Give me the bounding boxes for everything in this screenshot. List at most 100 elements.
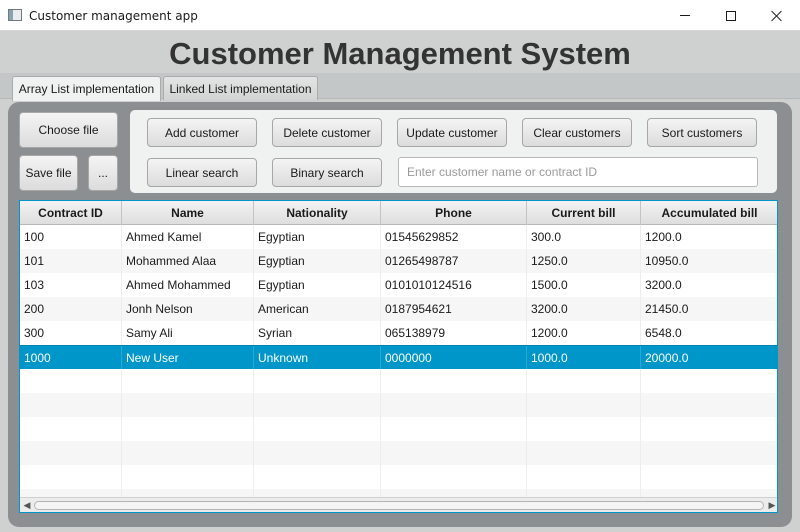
- browse-more-button[interactable]: ...: [88, 155, 118, 191]
- table-cell: [641, 393, 777, 417]
- empty-table-row[interactable]: [20, 417, 777, 441]
- table-cell: 300: [20, 321, 122, 345]
- table-cell: Jonh Nelson: [122, 297, 254, 321]
- table-cell: American: [254, 297, 381, 321]
- table-cell: [381, 417, 527, 441]
- table-cell: 0101010124516: [381, 273, 527, 297]
- column-header-phone[interactable]: Phone: [381, 201, 527, 225]
- table-cell: Unknown: [254, 346, 381, 370]
- table-cell: [20, 393, 122, 417]
- table-cell: [20, 369, 122, 393]
- table-cell: [20, 441, 122, 465]
- sort-customers-button[interactable]: Sort customers: [647, 118, 757, 147]
- table-cell: Egyptian: [254, 225, 381, 249]
- tab-array-list[interactable]: Array List implementation: [12, 76, 161, 101]
- page-title: Customer Management System: [169, 36, 631, 71]
- table-cell: 101: [20, 249, 122, 273]
- table-cell: 200: [20, 297, 122, 321]
- table-cell: 01545629852: [381, 225, 527, 249]
- table-cell: [122, 369, 254, 393]
- empty-table-row[interactable]: [20, 441, 777, 465]
- table-cell: [527, 465, 641, 489]
- table-cell: [254, 417, 381, 441]
- table-cell: [122, 393, 254, 417]
- table-cell: 1250.0: [527, 249, 641, 273]
- minimize-icon: [680, 15, 690, 16]
- table-row[interactable]: 100 Ahmed Kamel Egyptian 01545629852 300.0 12…: [20, 225, 777, 249]
- table-cell: [381, 393, 527, 417]
- table-cell: 21450.0: [641, 297, 777, 321]
- tab-bar: Array List implementation Linked List im…: [0, 73, 800, 101]
- add-customer-button[interactable]: Add customer: [147, 118, 257, 147]
- table-cell: 100: [20, 225, 122, 249]
- scrollbar-thumb[interactable]: [34, 501, 764, 510]
- table-cell: [254, 465, 381, 489]
- table-cell: [381, 369, 527, 393]
- table-cell: [254, 393, 381, 417]
- table-cell: [641, 369, 777, 393]
- maximize-button[interactable]: [708, 0, 754, 31]
- binary-search-button[interactable]: Binary search: [272, 158, 382, 187]
- table-cell: 0000000: [381, 346, 527, 370]
- scroll-right-icon[interactable]: ▶: [767, 500, 777, 511]
- app-window-icon: [8, 9, 22, 21]
- table-cell: 10950.0: [641, 249, 777, 273]
- delete-customer-button[interactable]: Delete customer: [272, 118, 382, 147]
- table-cell: [527, 369, 641, 393]
- table-cell: 3200.0: [527, 297, 641, 321]
- close-button[interactable]: [754, 0, 800, 31]
- update-customer-button[interactable]: Update customer: [397, 118, 507, 147]
- table-cell: [254, 369, 381, 393]
- empty-table-row[interactable]: [20, 369, 777, 393]
- title-bar: Customer management app: [0, 0, 800, 31]
- table-cell: 1200.0: [641, 225, 777, 249]
- table-cell: 6548.0: [641, 321, 777, 345]
- table-cell: 0187954621: [381, 297, 527, 321]
- tab-linked-list[interactable]: Linked List implementation: [163, 76, 318, 100]
- table-cell: 3200.0: [641, 273, 777, 297]
- table-cell: 065138979: [381, 321, 527, 345]
- table-cell: [641, 465, 777, 489]
- table-row[interactable]: 200 Jonh Nelson American 0187954621 3200.0 21…: [20, 297, 777, 321]
- column-header-current-bill[interactable]: Current bill: [527, 201, 641, 225]
- empty-table-row[interactable]: [20, 393, 777, 417]
- table-cell: Ahmed Kamel: [122, 225, 254, 249]
- table-cell: [20, 465, 122, 489]
- choose-file-button[interactable]: Choose file: [19, 112, 118, 148]
- table-cell: [122, 465, 254, 489]
- table-row[interactable]: 300 Samy Ali Syrian 065138979 1200.0 6548.0: [20, 321, 777, 345]
- customer-table[interactable]: Contract ID Name Nationality Phone Curre…: [19, 200, 778, 513]
- save-file-button[interactable]: Save file: [19, 155, 78, 191]
- minimize-button[interactable]: [662, 0, 708, 31]
- table-cell: [527, 417, 641, 441]
- empty-table-row[interactable]: [20, 465, 777, 489]
- column-header-contract-id[interactable]: Contract ID: [20, 201, 122, 225]
- table-cell: [641, 417, 777, 441]
- column-header-accumulated-bill[interactable]: Accumulated bill: [641, 201, 777, 225]
- clear-customers-button[interactable]: Clear customers: [522, 118, 632, 147]
- table-cell: [527, 393, 641, 417]
- search-input[interactable]: [398, 157, 758, 187]
- column-header-nationality[interactable]: Nationality: [254, 201, 381, 225]
- scroll-left-icon[interactable]: ◀: [22, 500, 32, 511]
- table-cell: Syrian: [254, 321, 381, 345]
- maximize-icon: [726, 10, 736, 21]
- table-cell: 103: [20, 273, 122, 297]
- table-cell: Mohammed Alaa: [122, 249, 254, 273]
- file-controls: Choose file Save file ...: [19, 109, 126, 193]
- main-panel: Choose file Save file ... Add customer D…: [8, 102, 792, 527]
- table-row[interactable]: 101 Mohammed Alaa Egyptian 01265498787 1250.…: [20, 249, 777, 273]
- table-cell: Egyptian: [254, 249, 381, 273]
- table-row[interactable]: 103 Ahmed Mohammed Egyptian 0101010124516 15…: [20, 273, 777, 297]
- horizontal-scrollbar[interactable]: ◀ ▶: [20, 497, 777, 512]
- table-row[interactable]: 1000 New User Unknown 0000000 1000.0 20000.0: [20, 345, 777, 370]
- table-cell: [122, 441, 254, 465]
- table-cell: [641, 441, 777, 465]
- table-cell: [20, 417, 122, 441]
- column-header-name[interactable]: Name: [122, 201, 254, 225]
- table-cell: 1500.0: [527, 273, 641, 297]
- action-panel: Add customer Delete customer Update cust…: [130, 110, 777, 193]
- linear-search-button[interactable]: Linear search: [147, 158, 257, 187]
- table-cell: [527, 441, 641, 465]
- table-header: Contract ID Name Nationality Phone Curre…: [20, 201, 777, 225]
